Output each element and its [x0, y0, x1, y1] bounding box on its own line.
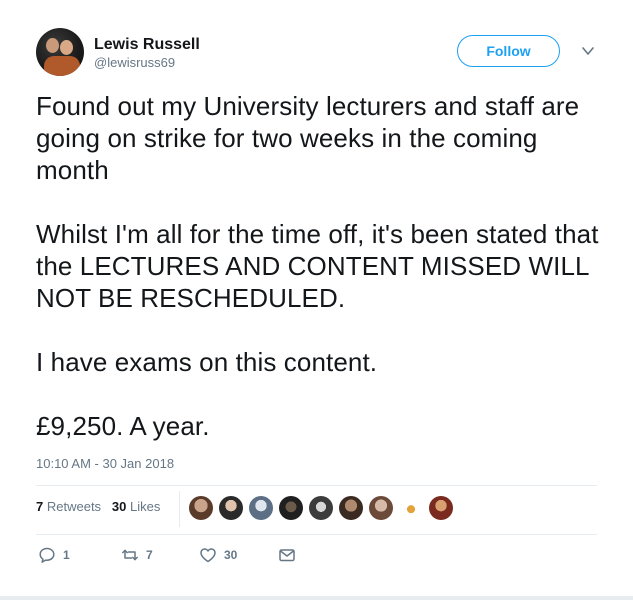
liker-avatar[interactable]	[429, 496, 453, 520]
retweet-count: 7	[146, 548, 153, 562]
tweet-text: Found out my University lecturers and st…	[36, 90, 606, 474]
divider	[36, 485, 597, 486]
tweet-paragraph: Found out my University lecturers and st…	[36, 91, 580, 185]
liker-avatar[interactable]	[219, 496, 243, 520]
retweets-count: 7	[36, 499, 44, 514]
divider	[36, 534, 597, 535]
liker-avatar[interactable]	[279, 496, 303, 520]
tweet-paragraph: £9,250. A year.	[36, 411, 210, 441]
liker-avatar[interactable]	[189, 496, 213, 520]
liker-avatar[interactable]	[309, 496, 333, 520]
retweet-button[interactable]: 7	[121, 545, 153, 565]
user-handle[interactable]: @lewisruss69	[94, 55, 175, 70]
envelope-icon	[279, 549, 295, 562]
likes-label: Likes	[130, 499, 161, 514]
direct-message-button[interactable]	[278, 545, 296, 565]
tweet-stats: 7 Retweets 30 Likes	[36, 499, 160, 514]
divider	[179, 491, 180, 527]
avatar-figure	[44, 56, 80, 76]
liker-avatar[interactable]	[249, 496, 273, 520]
avatar[interactable]	[36, 28, 84, 76]
liker-avatar[interactable]	[339, 496, 363, 520]
tweet-paragraph: Whilst I'm all for the time off, it's be…	[36, 219, 599, 313]
retweets-stat[interactable]: 7 Retweets	[36, 499, 101, 514]
retweets-label: Retweets	[46, 499, 102, 514]
tweet-timestamp[interactable]: 10:10 AM - 30 Jan 2018	[36, 456, 174, 471]
likes-stat[interactable]: 30 Likes	[112, 499, 160, 514]
liker-avatar[interactable]	[399, 496, 423, 520]
tweet-paragraph: I have exams on this content.	[36, 347, 378, 377]
like-button[interactable]: 30	[199, 545, 237, 565]
avatar-figure	[60, 40, 73, 55]
reply-button[interactable]: 1	[38, 545, 70, 565]
display-name[interactable]: Lewis Russell	[94, 36, 200, 54]
reply-icon	[39, 547, 55, 563]
avatar-figure	[46, 38, 59, 53]
heart-icon	[200, 548, 216, 563]
card-bottom-border	[0, 596, 633, 600]
likes-count: 30	[111, 499, 127, 514]
follow-button[interactable]: Follow	[457, 35, 560, 67]
like-count: 30	[224, 548, 238, 562]
chevron-down-icon[interactable]	[581, 44, 595, 58]
reply-count: 1	[63, 548, 70, 562]
retweet-icon	[122, 549, 138, 561]
liker-avatar[interactable]	[369, 496, 393, 520]
